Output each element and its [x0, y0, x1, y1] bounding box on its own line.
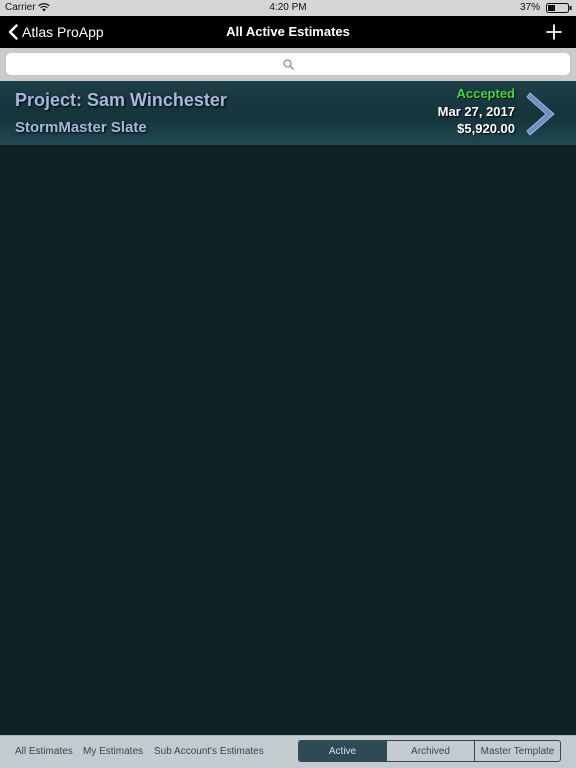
status-bar: Carrier 4:20 PM 37% [0, 0, 576, 16]
segment-active[interactable]: Active [299, 741, 386, 761]
segment-master-template[interactable]: Master Template [474, 741, 560, 761]
estimate-row[interactable]: Project: Sam Winchester StormMaster Slat… [0, 81, 576, 145]
status-time: 4:20 PM [269, 2, 307, 13]
battery-icon [546, 3, 572, 13]
battery-percent: 37% [519, 2, 540, 13]
search-bar [0, 48, 576, 81]
filter-all-estimates[interactable]: All Estimates [15, 746, 73, 757]
nav-bar: Atlas ProApp All Active Estimates [0, 16, 576, 48]
page-title: All Active Estimates [226, 24, 350, 39]
segment-archived[interactable]: Archived [386, 741, 474, 761]
product-name: StormMaster Slate [15, 119, 147, 136]
estimate-date: Mar 27, 2017 [437, 104, 515, 119]
project-title: Project: Sam Winchester [15, 90, 227, 110]
plus-icon[interactable] [544, 22, 564, 42]
estimate-amount: $5,920.00 [457, 121, 515, 136]
screen: Carrier 4:20 PM 37% Atlas ProApp All Act… [0, 0, 576, 768]
bottom-toolbar: All Estimates My Estimates Sub Account's… [0, 735, 576, 768]
segmented-control: Active Archived Master Template [298, 740, 561, 762]
status-badge: Accepted [456, 86, 515, 101]
search-icon [282, 58, 294, 70]
filter-my-estimates[interactable]: My Estimates [83, 746, 143, 757]
search-input[interactable] [6, 53, 570, 75]
chevron-right-icon[interactable] [524, 91, 558, 137]
filter-sub-account-estimates[interactable]: Sub Account's Estimates [154, 746, 264, 757]
